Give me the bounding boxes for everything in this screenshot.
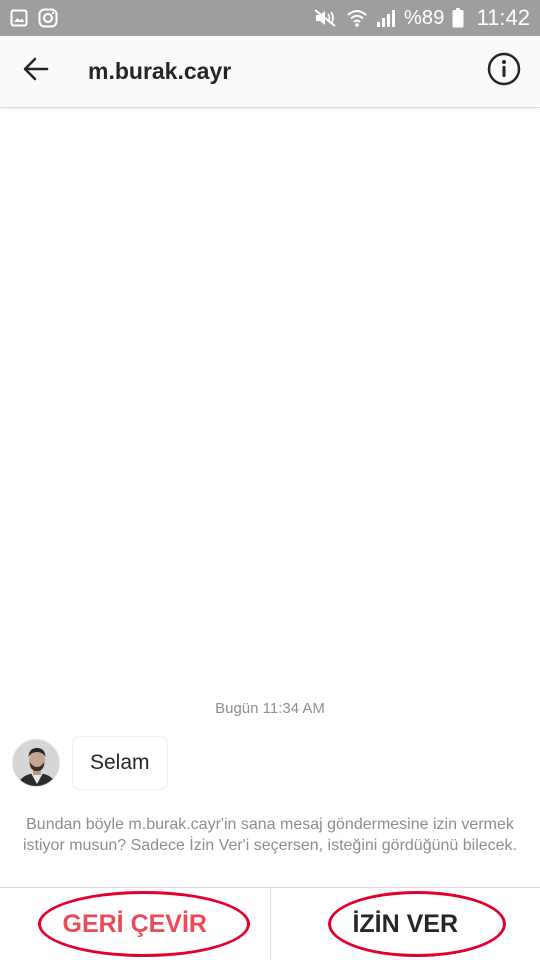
accept-button[interactable]: İZİN VER: [269, 888, 540, 960]
message-request-notice: Bundan böyle m.burak.cayr'in sana mesaj …: [23, 816, 517, 854]
back-button[interactable]: [8, 44, 64, 100]
mute-icon: [313, 8, 339, 28]
wifi-icon: [346, 8, 368, 28]
avatar[interactable]: [12, 739, 60, 787]
instagram-icon: [38, 8, 58, 28]
info-button[interactable]: [484, 52, 524, 92]
accept-label: İZİN VER: [352, 909, 459, 938]
signal-icon: [375, 8, 397, 28]
thread-title[interactable]: m.burak.cayr: [88, 58, 231, 85]
status-bar-right: %89 11:42: [313, 5, 540, 31]
message-timestamp: Bugün 11:34 AM: [215, 700, 325, 717]
message-row: Selam: [12, 736, 168, 790]
status-bar: %89 11:42: [0, 0, 540, 36]
request-actions: GERİ ÇEVİR İZİN VER: [0, 887, 540, 960]
info-icon: [487, 52, 521, 91]
message-bubble[interactable]: Selam: [72, 736, 168, 790]
gallery-icon: [10, 9, 28, 27]
arrow-left-icon: [22, 55, 50, 88]
status-bar-left: [0, 8, 58, 28]
decline-label: GERİ ÇEVİR: [62, 909, 207, 938]
battery-percentage: %89: [403, 6, 445, 29]
decline-button[interactable]: GERİ ÇEVİR: [0, 888, 270, 960]
thread-header: m.burak.cayr: [0, 36, 540, 108]
battery-icon: [452, 8, 464, 28]
clock: 11:42: [476, 5, 530, 30]
